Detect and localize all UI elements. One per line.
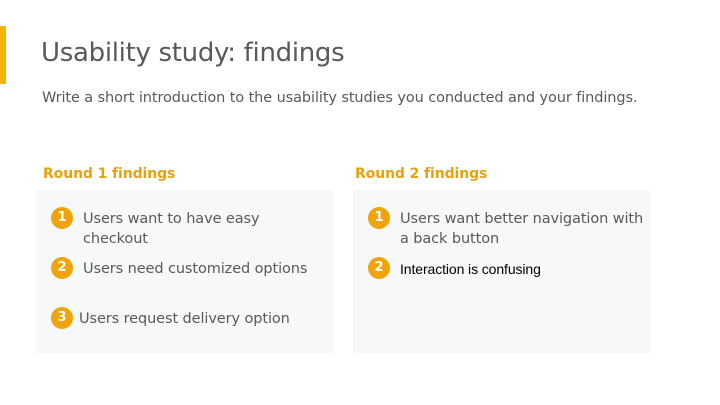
number-badge: 3 [51,307,73,329]
finding-text: Users want better navigation with a back… [400,211,644,247]
finding-text: Users request delivery option [79,311,290,327]
accent-bar [0,26,6,84]
round-2-heading: Round 2 findings [355,166,488,182]
slide-subtitle: Write a short introduction to the usabil… [42,90,638,106]
finding-text: Users want to have easy checkout [83,211,260,247]
round-2-findings-panel: 1 Users want better navigation with a ba… [353,190,650,353]
slide-title: Usability study: findings [41,38,345,68]
finding-text: Users need customized options [83,261,308,277]
number-badge: 1 [368,207,390,229]
finding-text: Interaction is confusing [400,261,541,277]
number-badge: 2 [368,257,390,279]
round-1-heading: Round 1 findings [43,166,176,182]
round-1-findings-panel: 1 Users want to have easy checkout 2 Use… [36,190,333,353]
number-badge: 2 [51,257,73,279]
number-badge: 1 [51,207,73,229]
